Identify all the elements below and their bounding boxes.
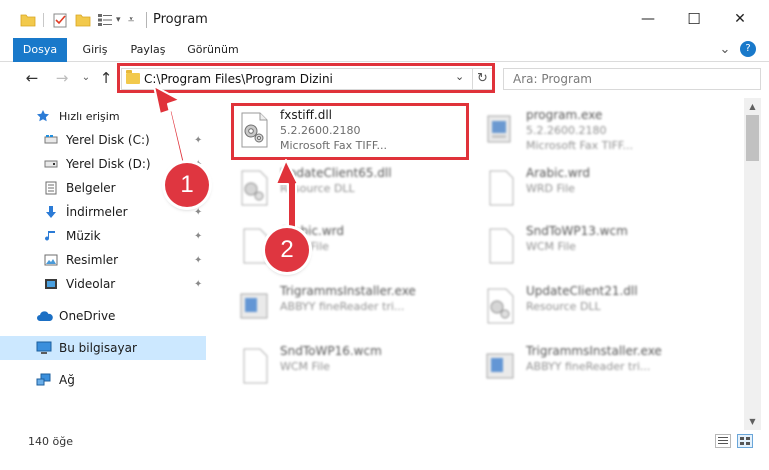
annotation-arrows (153, 85, 299, 233)
arrow-to-address-icon (153, 85, 187, 169)
arrow-to-file-icon (275, 159, 299, 233)
step-2-badge: 2 (265, 228, 309, 272)
step-1-badge: 1 (165, 163, 209, 207)
